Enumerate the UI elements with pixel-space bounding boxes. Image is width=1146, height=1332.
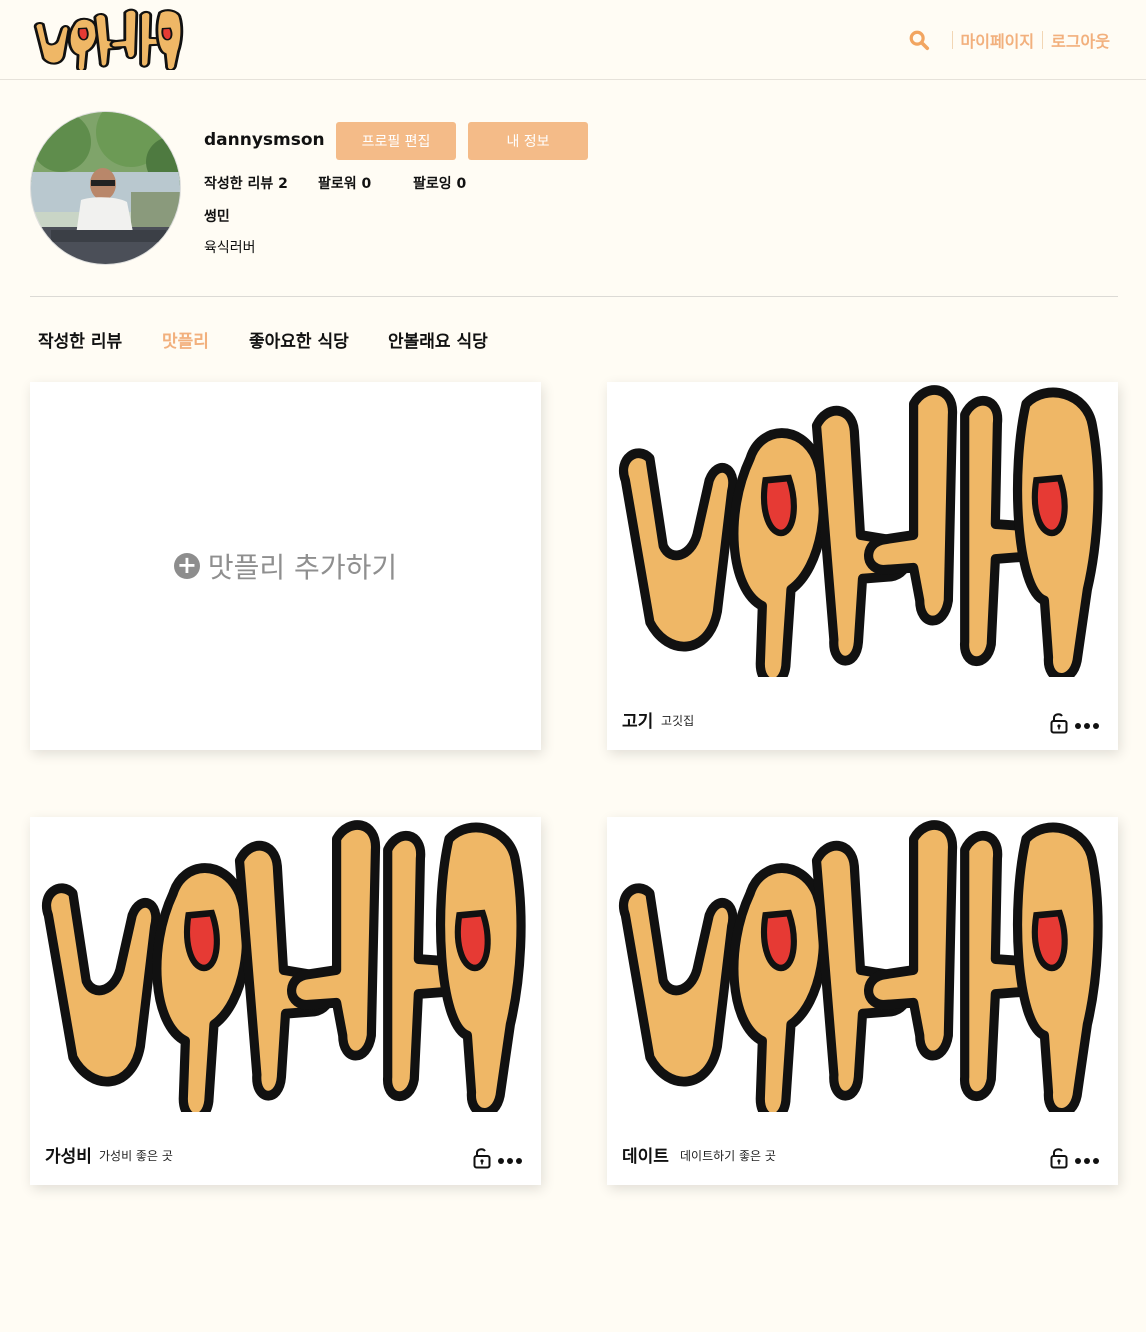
unlock-icon[interactable]: [473, 1147, 491, 1169]
profile-bio: 육식러버: [204, 240, 256, 256]
add-playlist-content: + 맛플리 추가하기: [30, 382, 541, 750]
review-count[interactable]: 작성한 리뷰 2: [204, 173, 288, 193]
search-icon[interactable]: [908, 29, 930, 51]
tab-matply[interactable]: 맛플리: [162, 327, 209, 352]
add-playlist-card[interactable]: + 맛플리 추가하기: [30, 382, 541, 750]
more-options-icon[interactable]: [1074, 722, 1100, 730]
profile-nickname: 썽민: [204, 209, 230, 225]
playlist-title: 가성비: [45, 1147, 92, 1167]
more-options-icon[interactable]: [1074, 1157, 1100, 1165]
tab-reviews[interactable]: 작성한 리뷰: [38, 327, 122, 352]
top-nav: 마이페이지 로그아웃: [908, 26, 1110, 54]
playlist-card[interactable]: 가성비 가성비 좋은 곳: [30, 817, 541, 1185]
site-header: 마이페이지 로그아웃: [0, 0, 1146, 80]
unlock-icon[interactable]: [1050, 1147, 1068, 1169]
profile-username: dannysmson: [204, 130, 325, 150]
playlist-thumbnail: [607, 382, 1118, 677]
playlist-card[interactable]: 데이트 데이트하기 좋은 곳: [607, 817, 1118, 1185]
plus-icon: +: [173, 553, 200, 579]
edit-profile-button[interactable]: 프로필 편집: [336, 122, 456, 160]
unlock-icon[interactable]: [1050, 712, 1068, 734]
tab-liked-restaurants[interactable]: 좋아요한 식당: [249, 327, 349, 352]
section-divider: [30, 296, 1118, 297]
my-info-button[interactable]: 내 정보: [468, 122, 588, 160]
follower-count[interactable]: 팔로워 0: [318, 173, 371, 193]
playlist-thumbnail: [607, 817, 1118, 1112]
more-options-icon[interactable]: [497, 1157, 523, 1165]
following-count[interactable]: 팔로잉 0: [413, 173, 466, 193]
mypage-link[interactable]: 마이페이지: [961, 28, 1035, 52]
playlist-card[interactable]: 고기 고깃집: [607, 382, 1118, 750]
site-logo[interactable]: [30, 8, 188, 70]
playlist-title: 고기: [622, 712, 654, 732]
playlist-description: 데이트하기 좋은 곳: [680, 1149, 776, 1163]
profile-avatar: [30, 111, 181, 265]
logout-link[interactable]: 로그아웃: [1051, 28, 1110, 52]
nav-divider: [1042, 31, 1044, 49]
playlist-title: 데이트: [622, 1147, 669, 1167]
add-playlist-label: 맛플리 추가하기: [207, 551, 398, 584]
nav-divider: [951, 31, 953, 49]
playlist-description: 가성비 좋은 곳: [99, 1149, 173, 1163]
playlist-thumbnail: [30, 817, 541, 1112]
playlist-description: 고깃집: [661, 714, 695, 728]
tab-hidden-restaurants[interactable]: 안볼래요 식당: [388, 327, 488, 352]
